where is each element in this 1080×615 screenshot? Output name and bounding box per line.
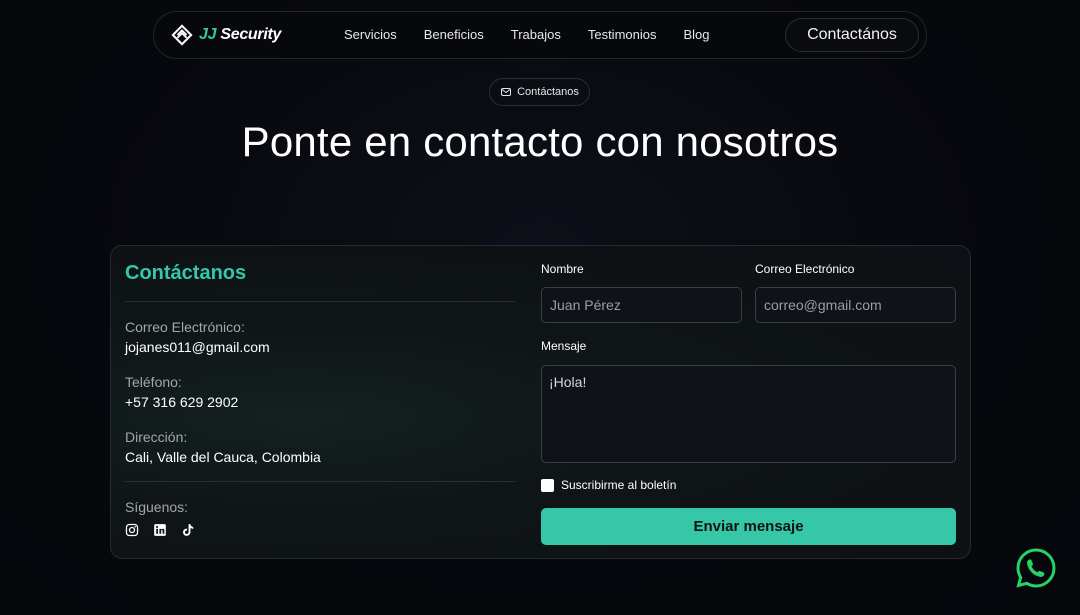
whatsapp-icon[interactable]	[1014, 546, 1058, 590]
address-info-value: Cali, Valle del Cauca, Colombia	[125, 449, 321, 465]
nav-link-testimonios[interactable]: Testimonios	[588, 27, 657, 42]
nav-link-trabajos[interactable]: Trabajos	[511, 27, 561, 42]
phone-info-value: +57 316 629 2902	[125, 394, 239, 410]
email-label: Correo Electrónico	[755, 262, 855, 276]
message-label: Mensaje	[541, 339, 587, 353]
name-input[interactable]	[541, 287, 742, 323]
follow-label: Síguenos:	[125, 499, 189, 515]
contact-nav-button[interactable]: Contactános	[785, 18, 919, 52]
newsletter-checkbox[interactable]	[541, 478, 554, 492]
submit-button[interactable]: Enviar mensaje	[541, 508, 956, 545]
nav-link-servicios[interactable]: Servicios	[344, 27, 397, 42]
divider	[125, 481, 515, 482]
email-input[interactable]	[755, 287, 956, 323]
top-navbar: JJ Security Servicios Beneficios Trabajo…	[153, 11, 927, 59]
badge-label: Contáctanos	[517, 86, 579, 98]
email-info-value: jojanes011@gmail.com	[125, 339, 270, 355]
newsletter-row: Suscribirme al boletín	[541, 478, 676, 492]
social-links	[125, 523, 195, 537]
name-label: Nombre	[541, 262, 584, 276]
tiktok-icon[interactable]	[181, 523, 195, 537]
address-info-label: Dirección:	[125, 429, 188, 445]
message-textarea[interactable]: ¡Hola!	[541, 365, 956, 463]
contact-badge: Contáctanos	[489, 78, 590, 106]
info-title: Contáctanos	[125, 262, 247, 284]
page-title: Ponte en contacto con nosotros	[241, 118, 839, 165]
logo[interactable]: JJ Security	[171, 24, 281, 46]
newsletter-label: Suscribirme al boletín	[561, 478, 677, 492]
nav-link-beneficios[interactable]: Beneficios	[424, 27, 484, 42]
logo-icon	[171, 24, 193, 46]
nav-link-blog[interactable]: Blog	[683, 27, 709, 42]
contact-card: Contáctanos Correo Electrónico: jojanes0…	[110, 245, 971, 559]
linkedin-icon[interactable]	[153, 523, 167, 537]
email-info-label: Correo Electrónico:	[125, 319, 245, 335]
instagram-icon[interactable]	[125, 523, 139, 537]
phone-info-label: Teléfono:	[125, 374, 182, 390]
divider	[125, 301, 515, 302]
mail-icon	[501, 88, 512, 96]
nav-links: Servicios Beneficios Trabajos Testimonio…	[344, 27, 737, 42]
logo-text: JJ Security	[199, 26, 282, 43]
